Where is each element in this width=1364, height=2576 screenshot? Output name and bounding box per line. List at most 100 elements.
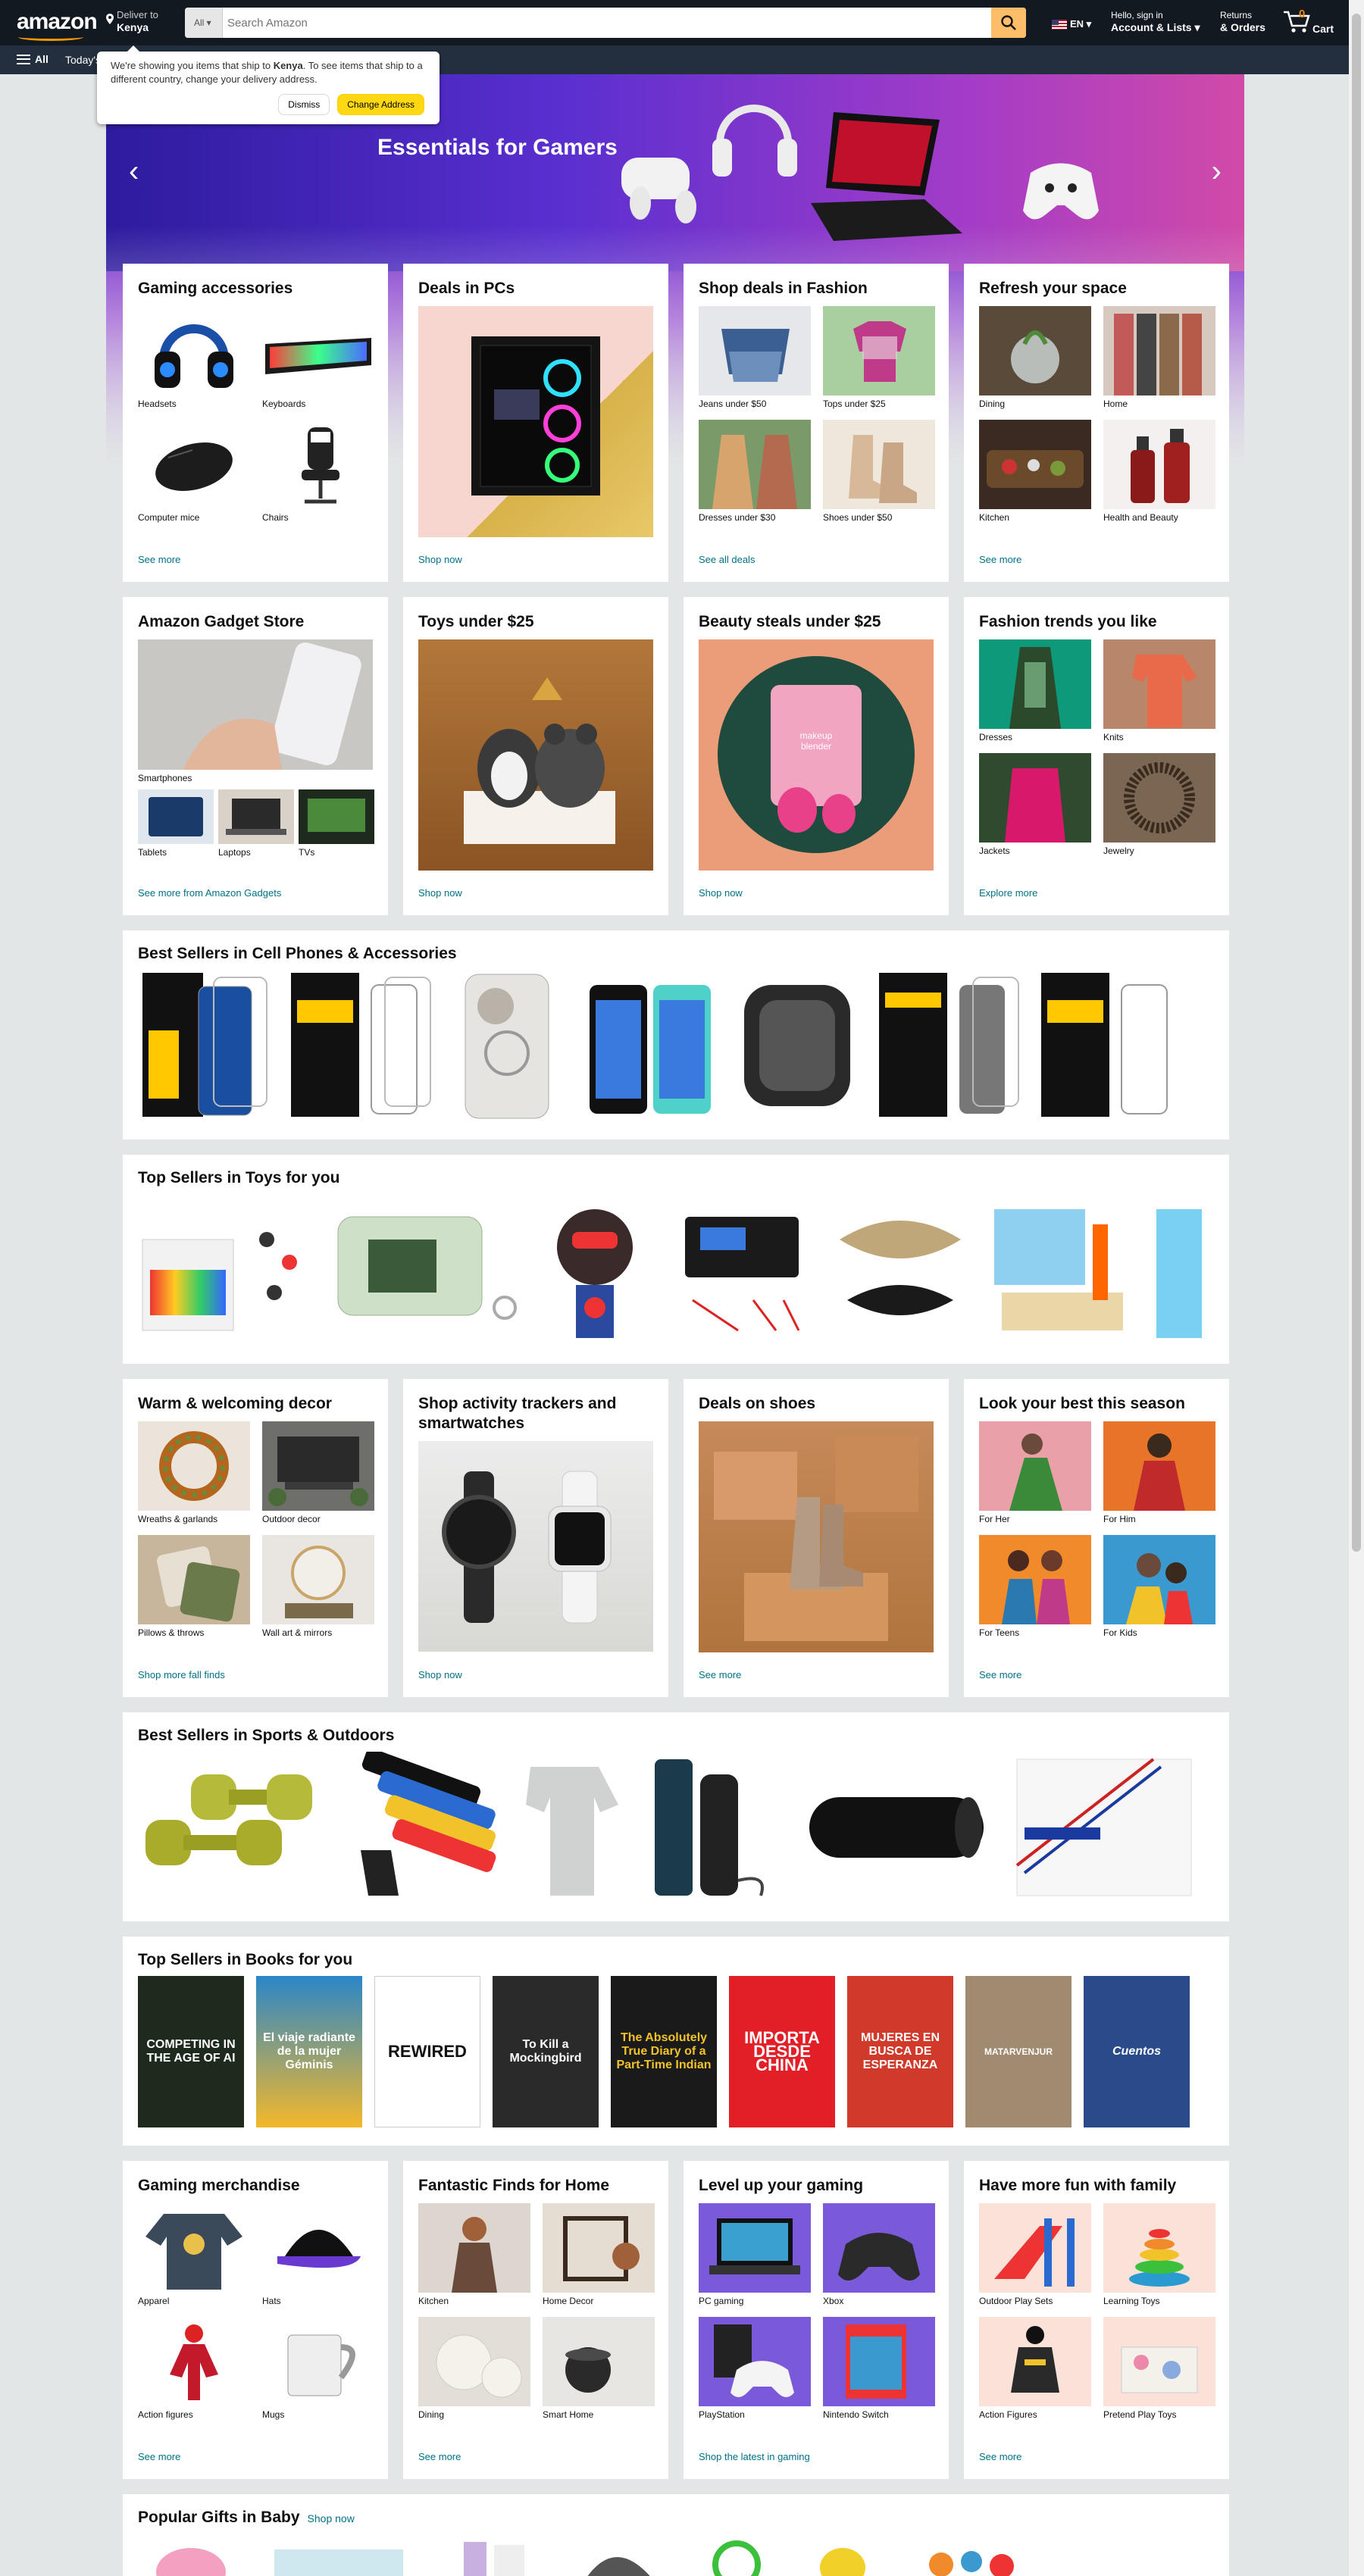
carousel-prev-icon[interactable]: ‹ (129, 156, 139, 186)
tile-shoes[interactable]: Shoes under $50 (823, 420, 935, 523)
tile-chairs[interactable]: Chairs (262, 420, 374, 523)
shop-now-link[interactable]: Shop now (308, 2512, 355, 2524)
book-cover[interactable]: The Absolutely True Diary of a Part-Time… (611, 1976, 717, 2127)
tile-mugs[interactable]: Mugs (262, 2317, 374, 2420)
tile-playstation[interactable]: PlayStation (699, 2317, 811, 2420)
see-more-link[interactable]: See more (979, 2451, 1021, 2462)
tile-dresses[interactable]: Dresses (979, 639, 1091, 742)
product-item[interactable] (508, 1752, 621, 1903)
dismiss-button[interactable]: Dismiss (278, 94, 330, 115)
product-item[interactable] (570, 2534, 668, 2576)
amazon-logo[interactable]: amazon (17, 9, 98, 35)
tile-keyboards[interactable]: Keyboards (262, 306, 374, 409)
scrollbar-thumb[interactable] (1352, 14, 1361, 1552)
tile-dining[interactable]: Dining (979, 306, 1091, 409)
all-menu-button[interactable]: All (17, 53, 48, 65)
tile-tops[interactable]: Tops under $25 (823, 306, 935, 409)
returns-orders[interactable]: Returns & Orders (1220, 9, 1265, 33)
tile-knits[interactable]: Knits (1103, 639, 1215, 742)
toys-image[interactable] (418, 639, 653, 871)
search-button[interactable] (991, 8, 1026, 38)
tile-laptops[interactable]: Laptops (218, 789, 294, 858)
product-item[interactable] (538, 1194, 652, 1346)
product-item[interactable] (582, 970, 718, 1121)
product-item[interactable] (138, 970, 277, 1121)
see-more-link[interactable]: See more (699, 1669, 741, 1680)
book-cover[interactable]: El viaje radiante de la mujer Géminis (256, 1976, 362, 2127)
book-cover[interactable]: MUJERES EN BUSCA DE ESPERANZA (847, 1976, 953, 2127)
product-item[interactable] (824, 1194, 976, 1346)
tile-wreaths[interactable]: Wreaths & garlands (138, 1421, 250, 1524)
tile-learning-toys[interactable]: Learning Toys (1103, 2203, 1215, 2306)
see-more-link[interactable]: See more (418, 2451, 461, 2462)
see-more-link[interactable]: See more (979, 554, 1021, 565)
book-cover[interactable]: Cuentos (1084, 1976, 1190, 2127)
see-more-link[interactable]: See more (979, 1669, 1021, 1680)
product-item[interactable] (288, 970, 440, 1121)
tile-outdoor-play[interactable]: Outdoor Play Sets (979, 2203, 1091, 2306)
search-input[interactable] (227, 8, 978, 38)
tile-tablets[interactable]: Tablets (138, 789, 214, 858)
tile-smartphones[interactable]: Smartphones (138, 639, 373, 783)
product-item[interactable] (987, 1194, 1138, 1346)
see-more-gadgets-link[interactable]: See more from Amazon Gadgets (138, 887, 281, 899)
language-selector[interactable]: EN ▾ (1052, 18, 1091, 30)
product-item[interactable] (729, 970, 865, 1121)
product-item[interactable] (1038, 970, 1190, 1121)
smartwatch-image[interactable] (418, 1441, 653, 1652)
book-cover[interactable]: To Kill a Mockingbird (493, 1976, 599, 2127)
product-item[interactable] (450, 970, 571, 1121)
product-item[interactable] (330, 1194, 527, 1346)
product-item[interactable] (1009, 1752, 1199, 1903)
tile-tvs[interactable]: TVs (299, 789, 374, 858)
product-item[interactable] (1209, 1752, 1214, 1903)
shop-now-link[interactable]: Shop now (418, 554, 462, 565)
shop-more-link[interactable]: Shop more fall finds (138, 1669, 225, 1680)
tile-dining[interactable]: Dining (418, 2317, 530, 2420)
tile-dresses[interactable]: Dresses under $30 (699, 420, 811, 523)
tile-jackets[interactable]: Jackets (979, 753, 1091, 856)
product-item[interactable] (662, 1194, 814, 1346)
book-cover[interactable]: IMPORTA DESDE CHINA (729, 1976, 835, 2127)
tile-smart-home[interactable]: Smart Home (543, 2317, 655, 2420)
tile-apparel[interactable]: Apparel (138, 2203, 250, 2306)
tile-hats[interactable]: Hats (262, 2203, 374, 2306)
tile-outdoor-decor[interactable]: Outdoor decor (262, 1421, 374, 1524)
tile-for-him[interactable]: For Him (1103, 1421, 1215, 1524)
product-item[interactable] (441, 2534, 540, 2576)
product-item[interactable] (794, 1752, 999, 1903)
tile-for-kids[interactable]: For Kids (1103, 1535, 1215, 1638)
product-item[interactable] (138, 1752, 335, 1903)
book-cover[interactable]: COMPETING IN THE AGE OF AI (138, 1976, 244, 2127)
see-more-link[interactable]: See more (138, 2451, 180, 2462)
book-cover[interactable]: MATARVENJUR (965, 1976, 1071, 2127)
product-item[interactable] (632, 1752, 784, 1903)
todays-deals-link[interactable]: Today's (65, 54, 101, 66)
tile-home-decor[interactable]: Home Decor (543, 2203, 655, 2306)
product-item[interactable] (138, 1194, 320, 1346)
tile-kitchen[interactable]: Kitchen (979, 420, 1091, 523)
deliver-to[interactable]: Deliver to Kenya (106, 9, 158, 33)
tile-headsets[interactable]: Headsets (138, 306, 250, 409)
tile-action-figures[interactable]: Action Figures (979, 2317, 1091, 2420)
cart-button[interactable]: 0 Cart (1282, 8, 1343, 38)
tile-home[interactable]: Home (1103, 306, 1215, 409)
tile-action-figures[interactable]: Action figures (138, 2317, 250, 2420)
pc-deal-image[interactable] (418, 306, 653, 537)
tile-pc-gaming[interactable]: PC gaming (699, 2203, 811, 2306)
shop-latest-gaming-link[interactable]: Shop the latest in gaming (699, 2451, 810, 2462)
account-lists[interactable]: Hello, sign in Account & Lists ▾ (1111, 9, 1200, 33)
shop-now-link[interactable]: Shop now (699, 887, 743, 899)
explore-more-link[interactable]: Explore more (979, 887, 1037, 899)
product-item[interactable] (876, 970, 1028, 1121)
tile-wall-art[interactable]: Wall art & mirrors (262, 1535, 374, 1638)
product-item[interactable] (138, 2534, 236, 2576)
shop-now-link[interactable]: Shop now (418, 1669, 462, 1680)
tile-kitchen[interactable]: Kitchen (418, 2203, 530, 2306)
product-item[interactable] (699, 2534, 774, 2576)
tile-pretend-play[interactable]: Pretend Play Toys (1103, 2317, 1215, 2420)
change-address-button[interactable]: Change Address (337, 94, 424, 115)
product-item[interactable] (911, 2534, 1032, 2576)
tile-pillows[interactable]: Pillows & throws (138, 1535, 250, 1638)
tile-jeans[interactable]: Jeans under $50 (699, 306, 811, 409)
